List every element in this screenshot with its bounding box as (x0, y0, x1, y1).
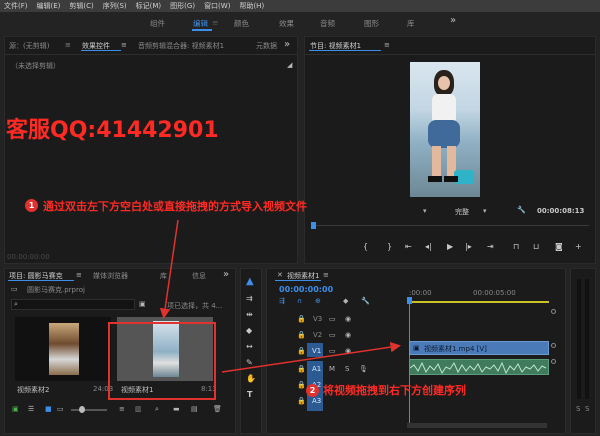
arrow-to-timeline (221, 341, 401, 373)
arrow-to-project-panel (159, 219, 179, 319)
annotation-arrows (159, 219, 401, 373)
